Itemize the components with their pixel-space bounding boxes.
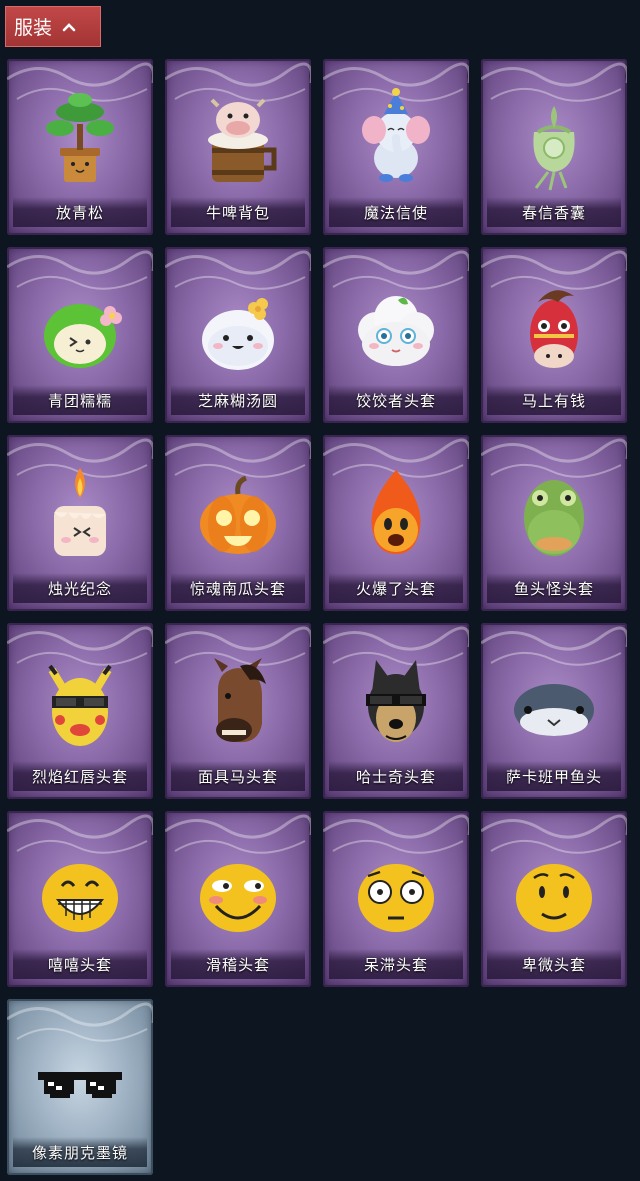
item-name: 火爆了头套 [355,579,436,598]
item-grid: 放青松 牛啤背包 魔法信使 春信香囊 青团糯糯 芝麻糊汤圆 饺饺者头套 马上有钱… [0,0,640,1181]
item-name: 滑稽头套 [205,955,270,974]
item-card[interactable]: 萨卡班甲鱼头 [481,623,627,799]
item-name: 魔法信使 [363,203,428,222]
item-name: 面具马头套 [197,767,278,786]
elephant-messenger-icon [362,88,430,182]
item-name: 鱼头怪头套 [513,579,594,598]
item-card[interactable]: 饺饺者头套 [323,247,469,423]
dumpling-cloud-mask-icon [358,296,434,366]
item-label-bar: 哈士奇头套 [329,761,463,791]
item-name: 芝麻糊汤圆 [197,391,278,410]
green-rice-ball-icon [44,304,122,368]
red-horse-mask-icon [530,290,578,368]
cow-beer-barrel-icon [208,98,277,182]
item-name: 嘻嘻头套 [47,955,112,974]
item-card[interactable]: 芝麻糊汤圆 [165,247,311,423]
item-card[interactable]: 魔法信使 [323,59,469,235]
item-label-bar: 烛光纪念 [13,573,147,603]
item-name: 哈士奇头套 [355,767,436,786]
item-name: 惊魂南瓜头套 [189,579,286,598]
item-name: 烛光纪念 [47,579,112,598]
fish-head-mask-icon [524,480,584,556]
item-card[interactable]: 春信香囊 [481,59,627,235]
item-label-bar: 马上有钱 [487,385,621,415]
item-label-bar: 青团糯糯 [13,385,147,415]
item-label-bar: 魔法信使 [329,197,463,227]
sacabambaspis-head-icon [514,684,594,736]
item-label-bar: 面具马头套 [171,761,305,791]
item-label-bar: 像素朋克墨镜 [13,1137,147,1167]
item-label-bar: 惊魂南瓜头套 [171,573,305,603]
item-label-bar: 火爆了头套 [329,573,463,603]
item-label-bar: 呆滞头套 [329,949,463,979]
item-name: 饺饺者头套 [355,391,436,410]
sachet-icon [533,106,575,191]
pumpkin-mask-icon [200,475,276,554]
item-card[interactable]: 牛啤背包 [165,59,311,235]
item-label-bar: 嘻嘻头套 [13,949,147,979]
item-card[interactable]: 惊魂南瓜头套 [165,435,311,611]
item-card[interactable]: 卑微头套 [481,811,627,987]
horse-mask-icon [214,658,266,743]
fire-mask-icon [371,470,421,554]
item-card[interactable]: 滑稽头套 [165,811,311,987]
item-card[interactable]: 面具马头套 [165,623,311,799]
item-name: 呆滞头套 [363,955,428,974]
item-card[interactable]: 烛光纪念 [7,435,153,611]
grin-emoji-mask-icon [42,864,118,932]
bonsai-pine-icon [46,93,114,182]
item-card[interactable]: 嘻嘻头套 [7,811,153,987]
item-label-bar: 饺饺者头套 [329,385,463,415]
item-label-bar: 卑微头套 [487,949,621,979]
item-card[interactable]: 烈焰红唇头套 [7,623,153,799]
item-name: 牛啤背包 [205,203,270,222]
item-label-bar: 烈焰红唇头套 [13,761,147,791]
item-name: 放青松 [55,203,104,222]
item-label-bar: 放青松 [13,197,147,227]
item-name: 青团糯糯 [47,391,112,410]
item-label-bar: 芝麻糊汤圆 [171,385,305,415]
item-name: 萨卡班甲鱼头 [505,767,602,786]
pixel-sunglasses-icon [38,1072,122,1098]
item-card[interactable]: 放青松 [7,59,153,235]
item-label-bar: 萨卡班甲鱼头 [487,761,621,791]
item-card[interactable]: 呆滞头套 [323,811,469,987]
white-dumpling-icon [202,298,274,370]
item-card[interactable]: 鱼头怪头套 [481,435,627,611]
item-label-bar: 滑稽头套 [171,949,305,979]
humble-emoji-mask-icon [516,864,592,932]
item-card[interactable]: 青团糯糯 [7,247,153,423]
item-name: 春信香囊 [521,203,586,222]
yellow-mask-sunglasses-icon [48,664,112,746]
item-name: 卑微头套 [521,955,586,974]
dazed-emoji-mask-icon [358,864,434,932]
item-card[interactable]: 像素朋克墨镜 [7,999,153,1175]
item-name: 烈焰红唇头套 [31,767,128,786]
husky-mask-icon [366,660,426,742]
item-card[interactable]: 哈士奇头套 [323,623,469,799]
item-name: 马上有钱 [521,391,586,410]
item-card[interactable]: 火爆了头套 [323,435,469,611]
funny-emoji-mask-icon [200,864,276,932]
item-label-bar: 牛啤背包 [171,197,305,227]
item-card[interactable]: 马上有钱 [481,247,627,423]
item-name: 像素朋克墨镜 [31,1143,128,1162]
item-label-bar: 春信香囊 [487,197,621,227]
item-label-bar: 鱼头怪头套 [487,573,621,603]
candle-icon [54,468,106,556]
